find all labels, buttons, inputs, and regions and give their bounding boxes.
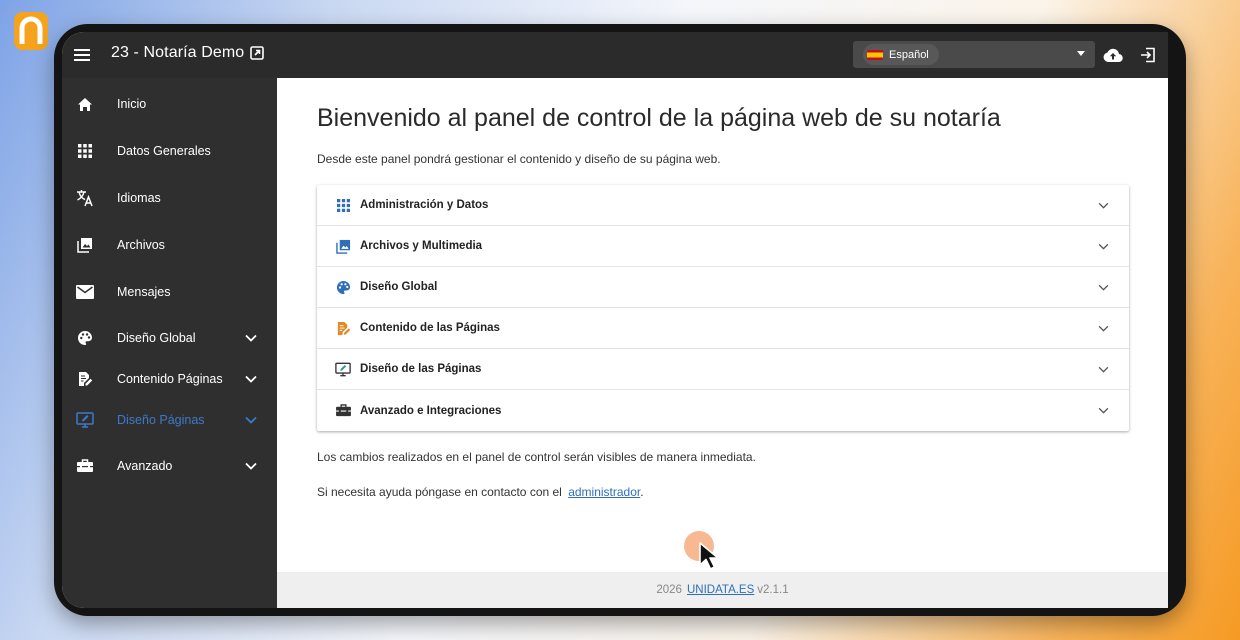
sidebar-item-label: Avanzado: [117, 459, 173, 473]
chevron-down-icon: [1098, 407, 1108, 414]
help-text-suffix: .: [640, 485, 644, 499]
toolbox-icon: [77, 459, 93, 472]
section-avanzado-integraciones[interactable]: Avanzado e Integraciones: [317, 390, 1129, 431]
sidebar-item-idiomas[interactable]: Idiomas: [62, 178, 277, 218]
cloud-upload-icon: [1103, 48, 1123, 63]
toolbox-icon: [335, 404, 351, 417]
mail-icon: [76, 285, 94, 299]
section-label: Diseño de las Páginas: [360, 363, 482, 375]
monitor-edit-icon: [335, 362, 351, 376]
sidebar-item-avanzado[interactable]: Avanzado: [62, 446, 277, 486]
sidebar-item-datos-generales[interactable]: Datos Generales: [62, 131, 277, 171]
language-chip: Español: [863, 44, 939, 65]
logout-icon: [1141, 47, 1155, 63]
sidebar-item-inicio[interactable]: Inicio: [62, 84, 277, 124]
top-bar: 23 - Notaría Demo Español: [62, 32, 1168, 78]
sidebar-item-label: Mensajes: [117, 285, 171, 299]
section-label: Archivos y Multimedia: [360, 240, 483, 252]
sidebar-item-contenido-paginas[interactable]: Contenido Páginas: [62, 359, 277, 399]
logout-button[interactable]: [1136, 43, 1160, 67]
palette-icon: [78, 331, 92, 345]
section-label: Contenido de las Páginas: [360, 322, 500, 334]
app-title-text: 23 - Notaría Demo: [111, 44, 245, 61]
page-title: Bienvenido al panel de control de la pág…: [317, 104, 1001, 132]
brand-logo: [14, 12, 48, 50]
app-screen: 23 - Notaría Demo Español Inicio Datos G…: [62, 32, 1168, 608]
chevron-down-icon: [245, 462, 257, 470]
chevron-down-icon: [1098, 325, 1108, 332]
section-administracion-datos[interactable]: Administración y Datos: [317, 185, 1129, 226]
footer-year: 2026: [656, 584, 682, 596]
section-label: Avanzado e Integraciones: [360, 404, 502, 417]
chevron-down-icon: [245, 334, 257, 342]
page-description: Desde este panel pondrá gestionar el con…: [317, 152, 721, 166]
grid-icon: [336, 198, 350, 212]
monitor-edit-icon: [76, 412, 94, 428]
spain-flag-icon: [867, 49, 883, 60]
sections-accordion: Administración y Datos Archivos y Multim…: [317, 185, 1129, 431]
translate-icon: [77, 190, 93, 207]
sidebar-item-mensajes[interactable]: Mensajes: [62, 272, 277, 312]
menu-button[interactable]: [70, 43, 94, 67]
chevron-down-icon: [1098, 202, 1108, 209]
sidebar-item-label: Archivos: [117, 238, 165, 252]
mouse-pointer-icon: [699, 542, 719, 570]
sidebar-item-diseno-global[interactable]: Diseño Global: [62, 318, 277, 358]
footer-link[interactable]: UNIDATA.ES: [687, 584, 754, 596]
language-label: Español: [889, 48, 929, 61]
info-changes-text: Los cambios realizados en el panel de co…: [317, 450, 756, 464]
hamburger-icon: [74, 49, 90, 61]
palette-icon: [336, 280, 350, 294]
sidebar-item-label: Datos Generales: [117, 144, 211, 158]
sidebar-item-label: Diseño Páginas: [117, 413, 205, 427]
footer-version: v2.1.1: [757, 584, 789, 596]
image-library-icon: [335, 239, 350, 254]
section-contenido-paginas[interactable]: Contenido de las Páginas: [317, 308, 1129, 349]
edit-document-icon: [337, 321, 350, 335]
sidebar-item-archivos[interactable]: Archivos: [62, 225, 277, 265]
dropdown-caret-icon: [1077, 51, 1085, 56]
home-icon: [78, 97, 92, 111]
open-external-icon[interactable]: [250, 46, 265, 60]
footer: 2026 UNIDATA.ES v2.1.1: [277, 572, 1168, 608]
cloud-upload-button[interactable]: [1101, 43, 1125, 67]
chevron-down-icon: [1098, 243, 1108, 250]
section-label: Diseño Global: [360, 281, 438, 293]
sidebar-item-label: Inicio: [117, 97, 147, 111]
edit-document-icon: [79, 372, 93, 386]
grid-icon: [78, 144, 92, 158]
help-text: Si necesita ayuda póngase en contacto co…: [317, 485, 644, 499]
app-title[interactable]: 23 - Notaría Demo: [111, 44, 265, 62]
sidebar: Inicio Datos Generales Idiomas Archivos: [62, 78, 277, 608]
image-library-icon: [77, 238, 92, 253]
section-diseno-global[interactable]: Diseño Global: [317, 267, 1129, 308]
section-diseno-paginas[interactable]: Diseño de las Páginas: [317, 349, 1129, 390]
help-text-prefix: Si necesita ayuda póngase en contacto co…: [317, 485, 562, 499]
section-label: Administración y Datos: [360, 199, 489, 211]
section-archivos-multimedia[interactable]: Archivos y Multimedia: [317, 226, 1129, 267]
chevron-down-icon: [245, 375, 257, 383]
sidebar-item-label: Diseño Global: [117, 331, 196, 345]
language-select[interactable]: Español: [853, 41, 1095, 68]
sidebar-item-diseno-paginas[interactable]: Diseño Páginas: [62, 400, 277, 440]
chevron-down-icon: [245, 416, 257, 424]
main-content: Bienvenido al panel de control de la pág…: [277, 78, 1168, 608]
chevron-down-icon: [1098, 284, 1108, 291]
sidebar-item-label: Idiomas: [117, 191, 161, 205]
chevron-down-icon: [1098, 366, 1108, 373]
administrator-link[interactable]: administrador: [568, 485, 640, 499]
sidebar-item-label: Contenido Páginas: [117, 372, 223, 386]
